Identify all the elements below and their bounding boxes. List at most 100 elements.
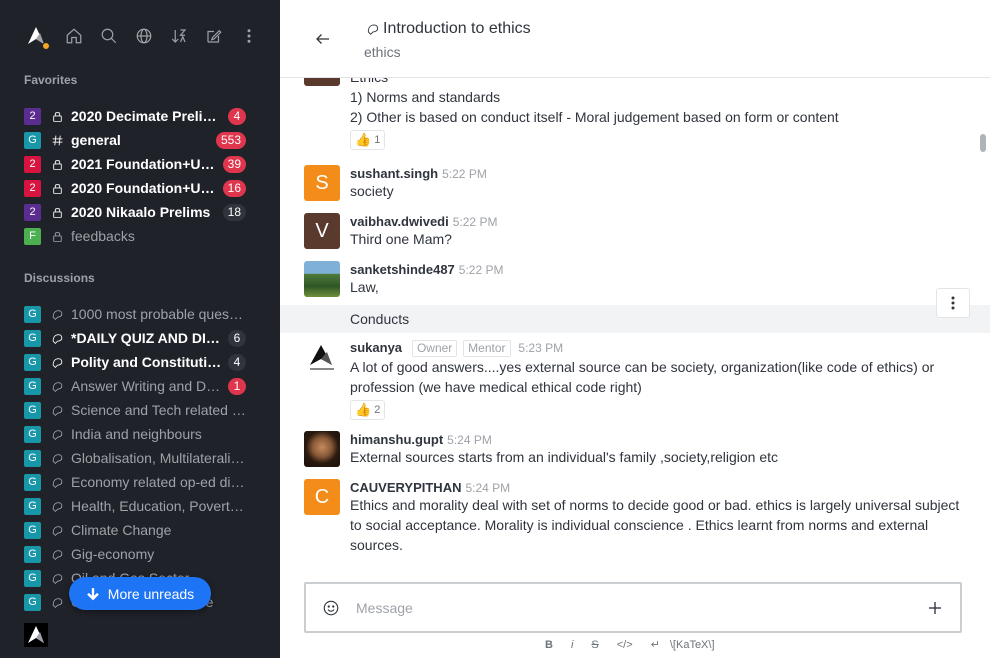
- workspace-logo[interactable]: [24, 24, 50, 50]
- message-input[interactable]: [356, 597, 876, 619]
- room-name: Globalisation, Multilateralis...: [71, 450, 246, 466]
- username[interactable]: CAUVERYPITHAN: [350, 480, 461, 495]
- discussion-icon: [49, 450, 65, 466]
- discussion-icon: [49, 402, 65, 418]
- sidebar-room-item[interactable]: G India and neighbours: [0, 422, 280, 446]
- strike-button[interactable]: S: [591, 639, 598, 651]
- lock-icon: [49, 228, 65, 244]
- room-name: Economy related op-ed dis...: [71, 474, 246, 490]
- sidebar-room-item[interactable]: G Climate Change: [0, 518, 280, 542]
- footer-logo[interactable]: [24, 623, 48, 647]
- role-tag-owner: Owner: [411, 340, 458, 357]
- sidebar-room-item[interactable]: 2 2021 Foundation+UAP 39: [0, 152, 280, 176]
- room-avatar: G: [24, 329, 41, 347]
- sidebar-room-item[interactable]: G Economy related op-ed dis...: [0, 470, 280, 494]
- room-name: Polity and Constitution: [71, 354, 222, 370]
- unread-badge: 1: [228, 377, 246, 395]
- message-composer: [304, 582, 962, 633]
- room-name: Climate Change: [71, 522, 172, 538]
- reaction-thumbs-up[interactable]: 👍 1: [350, 130, 386, 150]
- kebab-menu-icon[interactable]: [240, 26, 258, 46]
- sidebar-room-item[interactable]: G Gig-economy: [0, 542, 280, 566]
- message-text: profession (we have medical ethical code…: [350, 379, 642, 395]
- message-time: 5:22 PM: [458, 263, 504, 277]
- message-text: 1) Norms and standards: [350, 89, 501, 105]
- sidebar-room-item[interactable]: G Globalisation, Multilateralis...: [0, 446, 280, 470]
- katex-button[interactable]: \[KaTeX\]: [670, 639, 715, 651]
- room-avatar: G: [24, 593, 41, 611]
- sidebar-room-item[interactable]: G *DAILY QUIZ AND DIS... 6: [0, 326, 280, 350]
- sort-icon[interactable]: [170, 26, 188, 46]
- message-time: 5:24 PM: [465, 481, 511, 495]
- home-icon[interactable]: [65, 26, 83, 46]
- room-parent-link[interactable]: ethics: [364, 44, 401, 60]
- sidebar-room-item[interactable]: Ggeneral 553: [0, 128, 280, 152]
- reaction-thumbs-up[interactable]: 👍 2: [350, 400, 386, 420]
- formatting-toolbar: B i S </> ↵ \[KaTeX\]: [545, 638, 715, 652]
- directory-globe-icon[interactable]: [135, 26, 153, 46]
- sidebar-room-item[interactable]: G Polity and Constitution 4: [0, 350, 280, 374]
- sidebar-room-item[interactable]: 2 2020 Nikaalo Prelims 18: [0, 200, 280, 224]
- room-avatar: G: [24, 401, 41, 419]
- room-avatar: 2: [24, 203, 41, 221]
- sidebar-room-item[interactable]: G Answer Writing and Dis... 1: [0, 374, 280, 398]
- username[interactable]: vaibhav.dwivedi: [350, 214, 449, 229]
- room-name: 2020 Nikaalo Prelims: [71, 204, 211, 220]
- message-actions-button[interactable]: [936, 288, 970, 318]
- create-new-icon[interactable]: [205, 26, 223, 46]
- arrow-down-icon: [86, 587, 99, 600]
- avatar[interactable]: [304, 431, 340, 467]
- sidebar-room-item[interactable]: 2 2020 Foundation+UAP 16: [0, 176, 280, 200]
- kebab-icon: [951, 296, 955, 310]
- username[interactable]: sanketshinde487: [350, 262, 455, 277]
- sidebar: Favorites 2 2020 Decimate Prelims 4 Ggenera…: [0, 0, 280, 658]
- room-avatar: G: [24, 473, 41, 491]
- return-icon[interactable]: ↵: [651, 638, 660, 651]
- scrollbar-thumb[interactable]: [980, 134, 986, 152]
- room-name: Science and Tech related O...: [71, 402, 246, 418]
- unread-badge: 16: [222, 179, 246, 197]
- room-title: Introduction to ethics: [366, 20, 531, 38]
- avatar[interactable]: V: [304, 213, 340, 249]
- message-item: sukanya Owner Mentor 5:23 PM A lot of go…: [304, 339, 964, 425]
- avatar[interactable]: [304, 261, 340, 297]
- message-time: 5:22 PM: [452, 215, 498, 229]
- italic-button[interactable]: i: [571, 639, 573, 651]
- discussion-icon: [49, 594, 65, 610]
- unread-badge: 553: [215, 131, 246, 149]
- avatar: [304, 78, 340, 86]
- add-attachment-icon[interactable]: [926, 599, 944, 617]
- discussion-icon: [49, 570, 65, 586]
- room-name: *DAILY QUIZ AND DIS...: [71, 330, 222, 346]
- avatar[interactable]: S: [304, 165, 340, 201]
- message-text: sources.: [350, 537, 403, 553]
- username[interactable]: sukanya: [350, 340, 402, 355]
- sidebar-room-item[interactable]: G Science and Tech related O...: [0, 398, 280, 422]
- bold-button[interactable]: B: [545, 639, 553, 651]
- reaction-count: 2: [374, 404, 381, 416]
- room-name: feedbacks: [71, 228, 135, 244]
- room-avatar: G: [24, 521, 41, 539]
- avatar[interactable]: [304, 339, 340, 375]
- search-icon[interactable]: [100, 26, 118, 46]
- more-unreads-button[interactable]: More unreads: [69, 577, 211, 610]
- room-avatar: F: [24, 227, 41, 245]
- emoji-picker-icon[interactable]: [322, 599, 340, 617]
- discussion-icon: [49, 354, 65, 370]
- message-item-hovered[interactable]: Conducts: [280, 305, 990, 333]
- thumbs-up-icon: 👍: [355, 132, 372, 147]
- unread-badge: 18: [222, 203, 246, 221]
- sidebar-room-item[interactable]: G Health, Education, Poverty, ...: [0, 494, 280, 518]
- username[interactable]: sushant.singh: [350, 166, 438, 181]
- room-avatar: 2: [24, 155, 41, 173]
- sidebar-room-item[interactable]: 2 2020 Decimate Prelims 4: [0, 104, 280, 128]
- back-arrow-icon[interactable]: [314, 30, 334, 50]
- code-button[interactable]: </>: [617, 639, 633, 651]
- room-avatar: G: [24, 131, 41, 149]
- avatar[interactable]: C: [304, 479, 340, 515]
- room-name: India and neighbours: [71, 426, 202, 442]
- sidebar-room-item[interactable]: Ffeedbacks: [0, 224, 280, 248]
- username[interactable]: himanshu.gupt: [350, 432, 443, 447]
- discussion-icon: [49, 426, 65, 442]
- sidebar-room-item[interactable]: G 1000 most probable questi...: [0, 302, 280, 326]
